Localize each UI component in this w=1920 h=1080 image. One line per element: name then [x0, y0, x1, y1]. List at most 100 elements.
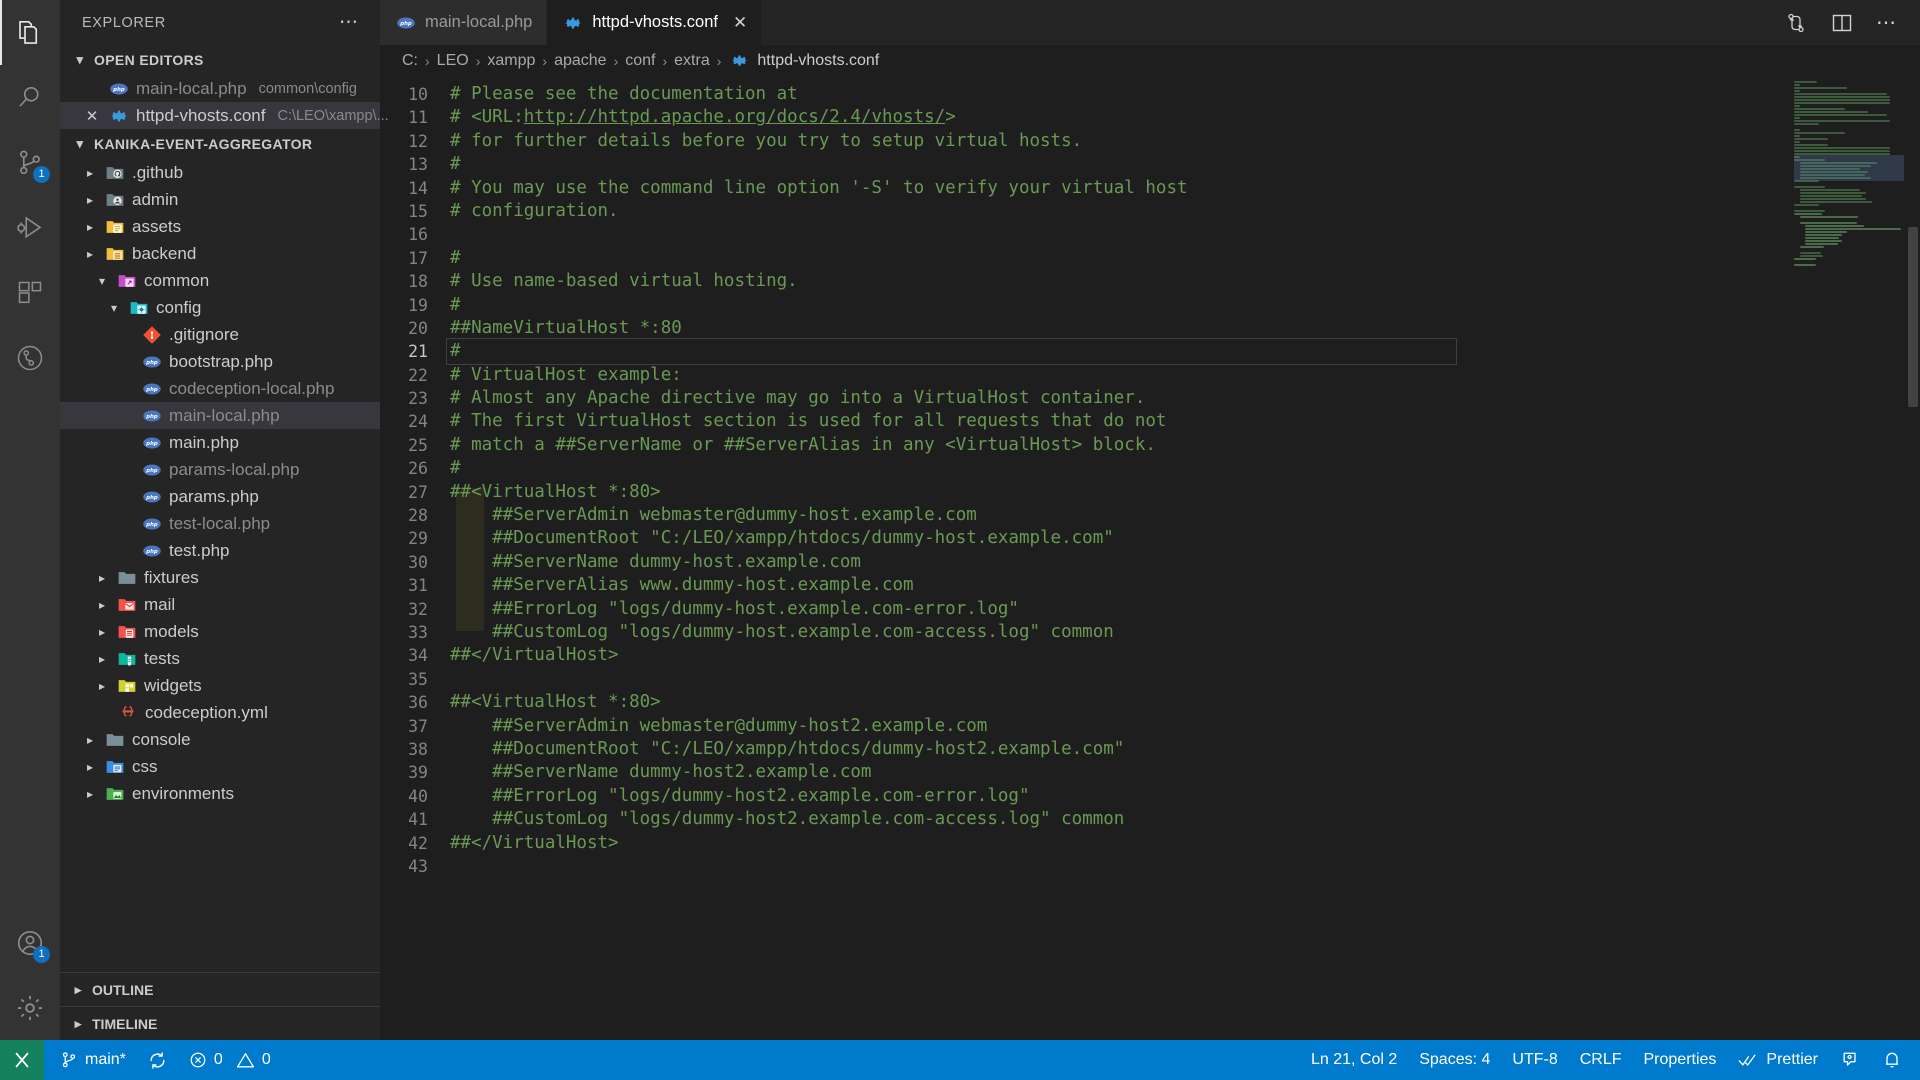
code-line[interactable]: 41 ##CustomLog "logs/dummy-host2.example… [380, 808, 1920, 831]
tree-item-codeception-local-php[interactable]: php codeception-local.php [60, 375, 380, 402]
activity-item-search[interactable] [0, 65, 60, 130]
code-line[interactable]: 25 # match a ##ServerName or ##ServerAlia… [380, 434, 1920, 457]
status-notifications[interactable] [1871, 1040, 1920, 1080]
code-url-link[interactable]: http://httpd.apache.org/docs/2.4/vhosts/ [524, 107, 945, 127]
breadcrumb-item-1[interactable]: LEO [437, 52, 469, 70]
tree-item-tests[interactable]: ▸ tests [60, 645, 380, 672]
code-line[interactable]: 19 # [380, 294, 1920, 317]
more-actions-icon[interactable]: ⋯ [1876, 10, 1898, 35]
breadcrumb-item-5[interactable]: extra [674, 52, 710, 70]
activity-item-run-debug[interactable] [0, 195, 60, 260]
breadcrumb-item-0[interactable]: C: [402, 52, 418, 70]
code-line[interactable]: 22 # VirtualHost example: [380, 364, 1920, 387]
code-line[interactable]: 10 # Please see the documentation at [380, 83, 1920, 106]
section-open-editors[interactable]: ▾ OPEN EDITORS [60, 45, 380, 75]
tree-item-gitignore[interactable]: .gitignore [60, 321, 380, 348]
code-line[interactable]: 40 ##ErrorLog "logs/dummy-host2.example.… [380, 785, 1920, 808]
activity-item-extensions[interactable] [0, 260, 60, 325]
section-outline[interactable]: ▸ OUTLINE [60, 972, 380, 1006]
close-icon[interactable]: ✕ [82, 107, 102, 125]
code-line[interactable]: 23 # Almost any Apache directive may go i… [380, 387, 1920, 410]
status-formatter[interactable]: Prettier [1727, 1040, 1829, 1080]
code-line[interactable]: 26 # [380, 457, 1920, 480]
code-line[interactable]: 36 ##<VirtualHost *:80> [380, 691, 1920, 714]
code-line[interactable]: 32 ##ErrorLog "logs/dummy-host.example.c… [380, 598, 1920, 621]
open-editor-main-local-php[interactable]: php main-local.php common\config [60, 75, 380, 102]
status-cursor-position[interactable]: Ln 21, Col 2 [1300, 1040, 1408, 1080]
section-timeline[interactable]: ▸ TIMELINE [60, 1006, 380, 1040]
code-line[interactable]: 13 # [380, 153, 1920, 176]
scrollbar-thumb[interactable] [1908, 227, 1918, 407]
code-line[interactable]: 34 ##</VirtualHost> [380, 644, 1920, 667]
status-remote-button[interactable] [0, 1040, 44, 1080]
status-branch[interactable]: main* [44, 1040, 137, 1080]
status-live-share[interactable] [1829, 1040, 1871, 1080]
code-line[interactable]: 37 ##ServerAdmin webmaster@dummy-host2.e… [380, 715, 1920, 738]
code-line[interactable]: 15 # configuration. [380, 200, 1920, 223]
code-line[interactable]: 16 [380, 223, 1920, 246]
tree-item-main-local-php[interactable]: php main-local.php [60, 402, 380, 429]
tree-item-environments[interactable]: ▸ environments [60, 780, 380, 807]
code-line[interactable]: 20 ##NameVirtualHost *:80 [380, 317, 1920, 340]
tab-main-local-php[interactable]: php main-local.php [380, 0, 548, 45]
code-line[interactable]: 42 ##</VirtualHost> [380, 832, 1920, 855]
tree-item-github[interactable]: ▸ .github [60, 159, 380, 186]
sidebar-more-actions-icon[interactable]: ⋯ [339, 11, 360, 34]
status-encoding[interactable]: UTF-8 [1501, 1040, 1568, 1080]
tree-item-bootstrap-php[interactable]: php bootstrap.php [60, 348, 380, 375]
status-eol[interactable]: CRLF [1569, 1040, 1633, 1080]
split-editor-icon[interactable] [1830, 11, 1854, 35]
code-line[interactable]: 38 ##DocumentRoot "C:/LEO/xampp/htdocs/d… [380, 738, 1920, 761]
editor-scrollbar[interactable] [1906, 77, 1920, 1040]
tree-item-mail[interactable]: ▸ mail [60, 591, 380, 618]
tree-item-css[interactable]: ▸ css [60, 753, 380, 780]
split-source-control-icon[interactable] [1784, 11, 1808, 35]
code-line[interactable]: 18 # Use name-based virtual hosting. [380, 270, 1920, 293]
status-problems[interactable]: 0 0 [178, 1040, 282, 1080]
activity-item-settings[interactable] [0, 975, 60, 1040]
tree-item-admin[interactable]: ▸ admin [60, 186, 380, 213]
code-line[interactable]: 28 ##ServerAdmin webmaster@dummy-host.ex… [380, 504, 1920, 527]
code-line[interactable]: 43 [380, 855, 1920, 878]
code-line[interactable]: 14 # You may use the command line option … [380, 177, 1920, 200]
status-indentation[interactable]: Spaces: 4 [1408, 1040, 1501, 1080]
code-lines[interactable]: 10 # Please see the documentation at 11 # <… [380, 83, 1920, 878]
code-pane[interactable]: 10 # Please see the documentation at 11 # <… [380, 77, 1920, 1040]
status-sync[interactable] [137, 1040, 178, 1080]
tree-item-codeception-yml[interactable]: codeception.yml [60, 699, 380, 726]
code-line[interactable]: 17 # [380, 247, 1920, 270]
activity-item-account[interactable]: 1 [0, 910, 60, 975]
section-workspace[interactable]: ▾ KANIKA-EVENT-AGGREGATOR [60, 129, 380, 159]
code-line[interactable]: 39 ##ServerName dummy-host2.example.com [380, 761, 1920, 784]
code-editor[interactable]: 10 # Please see the documentation at 11 # <… [380, 77, 1920, 1040]
code-line[interactable]: 30 ##ServerName dummy-host.example.com [380, 551, 1920, 574]
code-line[interactable]: 12 # for further details before you try t… [380, 130, 1920, 153]
tree-item-common[interactable]: ▾ common [60, 267, 380, 294]
tree-item-main-php[interactable]: php main.php [60, 429, 380, 456]
tree-item-test-local-php[interactable]: php test-local.php [60, 510, 380, 537]
breadcrumb-item-3[interactable]: apache [554, 52, 607, 70]
tree-item-params-php[interactable]: php params.php [60, 483, 380, 510]
status-language-mode[interactable]: Properties [1633, 1040, 1728, 1080]
tree-item-models[interactable]: ▸ models [60, 618, 380, 645]
close-icon[interactable]: ✕ [733, 13, 747, 33]
code-line[interactable]: 24 # The first VirtualHost section is use… [380, 410, 1920, 433]
activity-item-git-graph[interactable] [0, 325, 60, 390]
tree-item-console[interactable]: ▸ console [60, 726, 380, 753]
code-line[interactable]: 31 ##ServerAlias www.dummy-host.example.… [380, 574, 1920, 597]
tree-item-backend[interactable]: ▸ backend [60, 240, 380, 267]
open-editor-httpd-vhosts-conf[interactable]: ✕ httpd-vhosts.conf C:\LEO\xampp\... [60, 102, 389, 129]
activity-item-source-control[interactable]: 1 [0, 130, 60, 195]
code-line[interactable]: 33 ##CustomLog "logs/dummy-host.example.… [380, 621, 1920, 644]
activity-item-explorer[interactable] [0, 0, 60, 65]
tree-item-fixtures[interactable]: ▸ fixtures [60, 564, 380, 591]
code-line[interactable]: 29 ##DocumentRoot "C:/LEO/xampp/htdocs/d… [380, 527, 1920, 550]
code-line[interactable]: 21 # [380, 338, 1920, 366]
tab-httpd-vhosts-conf[interactable]: httpd-vhosts.conf ✕ [547, 0, 763, 45]
tree-item-config[interactable]: ▾ config [60, 294, 380, 321]
tree-item-assets[interactable]: ▸ assets [60, 213, 380, 240]
breadcrumb-item-4[interactable]: conf [625, 52, 655, 70]
breadcrumb-item-2[interactable]: xampp [487, 52, 535, 70]
code-line[interactable]: 27 ##<VirtualHost *:80> [380, 481, 1920, 504]
code-line[interactable]: 35 [380, 668, 1920, 691]
